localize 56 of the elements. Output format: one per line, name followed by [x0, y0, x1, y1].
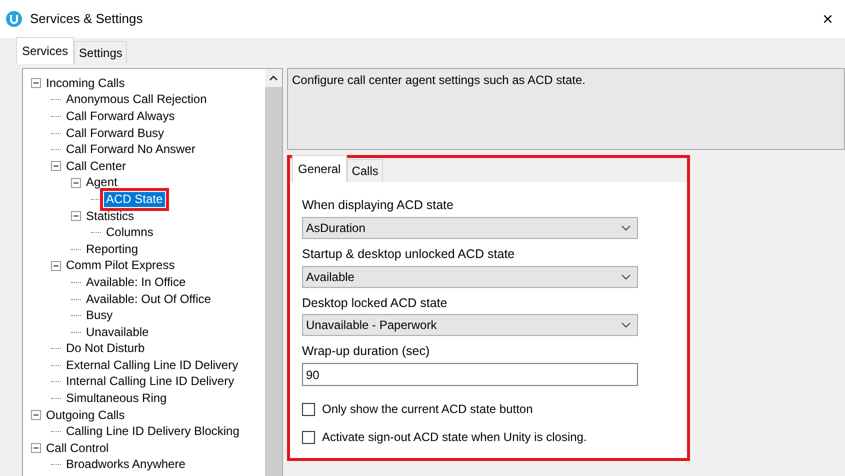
tree-item[interactable]: Incoming Calls — [44, 76, 127, 91]
close-button[interactable]: × — [818, 10, 837, 28]
tab[interactable]: Calls — [346, 159, 384, 182]
tree-item[interactable]: Columns — [104, 225, 156, 240]
collapse-icon[interactable] — [51, 260, 61, 271]
tab[interactable]: Settings — [74, 41, 128, 64]
tree-item[interactable]: Statistics — [84, 208, 136, 224]
tree-item[interactable]: Comm Pilot Express — [64, 258, 177, 274]
tree-item[interactable]: Call Control — [44, 440, 111, 456]
collapse-icon[interactable] — [31, 443, 41, 454]
tree-item[interactable]: Call Forward Busy — [64, 126, 166, 141]
dropdown[interactable]: Available — [302, 266, 638, 288]
collapse-icon[interactable] — [71, 211, 81, 222]
tree-item[interactable]: Outgoing Calls — [44, 408, 127, 423]
checkbox-label: Activate sign-out ACD state when Unity is closing. — [322, 429, 587, 446]
tree-item[interactable]: Simultaneous Ring — [64, 391, 169, 406]
field-label: Startup & desktop unlocked ACD state — [302, 246, 516, 263]
tab[interactable]: General — [292, 155, 347, 182]
collapse-icon[interactable] — [51, 161, 61, 172]
tree-item[interactable]: Unavailable — [84, 324, 151, 340]
checkbox-label: Only show the current ACD state button — [322, 401, 533, 418]
collapse-icon[interactable] — [31, 410, 41, 420]
tree-item[interactable]: External Calling Line ID Delivery — [64, 358, 240, 373]
field-label: Wrap-up duration (sec) — [302, 343, 431, 360]
tree-item[interactable]: Reporting — [84, 242, 140, 257]
tree-item[interactable]: ACD State — [104, 192, 165, 207]
tree-item[interactable]: Agent — [84, 175, 120, 190]
scroll-up-icon[interactable] — [269, 75, 278, 81]
tree-item[interactable]: Internal Calling Line ID Delivery — [64, 374, 236, 390]
app-logo-icon — [6, 11, 22, 27]
checkbox[interactable] — [302, 430, 315, 444]
tree-item[interactable]: Busy — [84, 308, 115, 324]
description-text: Configure call center agent settings such as ACD state. — [292, 73, 586, 87]
tree-item[interactable]: Call Forward Always — [64, 108, 177, 124]
chevron-down-icon — [621, 274, 631, 280]
window-title: Services & Settings — [30, 10, 143, 28]
dropdown[interactable]: Unavailable - Paperwork — [302, 314, 638, 336]
tree-item[interactable]: Calling Line ID Delivery Blocking — [64, 424, 242, 440]
checkbox[interactable] — [302, 402, 315, 416]
tree-item[interactable]: Available: Out Of Office — [84, 292, 213, 307]
input-field[interactable]: 90 — [302, 363, 638, 386]
chevron-down-icon — [621, 322, 631, 328]
tree-item[interactable]: Available: In Office — [84, 274, 188, 290]
tree-item[interactable]: Call Forward No Answer — [64, 142, 198, 158]
field-label: When displaying ACD state — [302, 197, 454, 214]
field-label: Desktop locked ACD state — [302, 294, 448, 312]
tree-item[interactable]: Anonymous Call Rejection — [64, 92, 209, 108]
chevron-down-icon — [621, 224, 631, 231]
tree-item[interactable]: Do Not Disturb — [64, 341, 147, 356]
collapse-icon[interactable] — [71, 178, 81, 188]
scrollbar[interactable] — [265, 69, 282, 476]
tab[interactable]: Services — [16, 37, 74, 64]
collapse-icon[interactable] — [31, 78, 41, 88]
dropdown[interactable]: AsDuration — [302, 216, 638, 239]
tree-item[interactable]: Broadworks Anywhere — [64, 457, 188, 472]
tree-item[interactable]: Call Center — [64, 158, 128, 174]
